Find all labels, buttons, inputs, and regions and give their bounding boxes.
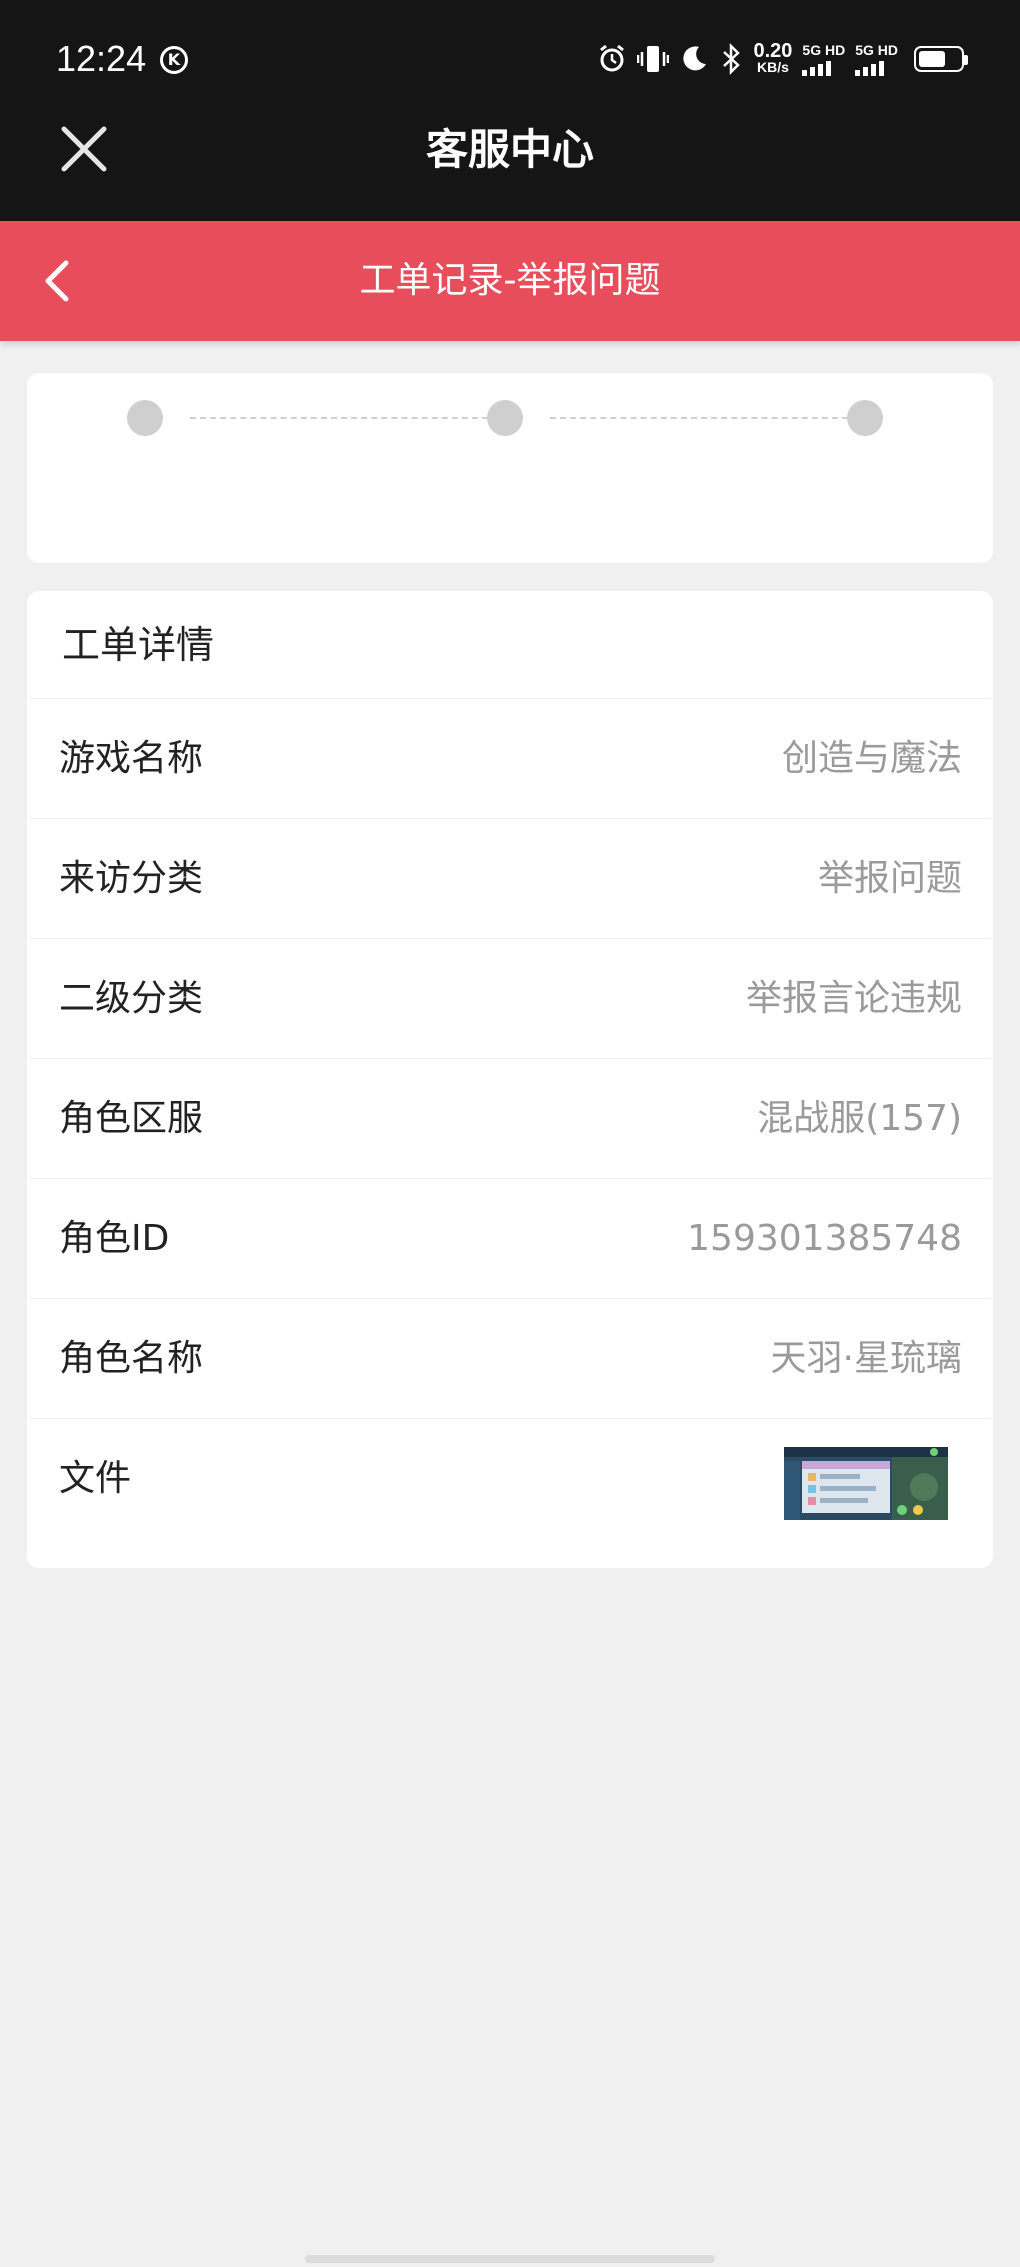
file-thumbnail[interactable] — [784, 1447, 948, 1520]
sim1-label: 5G HD — [802, 42, 846, 58]
screenshot-image-icon — [784, 1447, 948, 1520]
k-badge-icon: K — [160, 46, 188, 74]
step-dot-1 — [127, 400, 163, 436]
detail-row-sub-category: 二级分类 举报言论违规 — [30, 939, 990, 1059]
row-value: 混战服(157) — [757, 1098, 962, 1139]
vibrate-icon — [637, 44, 670, 74]
home-indicator[interactable] — [305, 2255, 715, 2263]
row-value: 创造与魔法 — [781, 738, 962, 779]
page-title: 客服中心 — [425, 125, 594, 174]
step-connector-1 — [190, 417, 488, 419]
row-label: 角色名称 — [59, 1338, 204, 1379]
row-label: 来访分类 — [59, 858, 204, 899]
top-bar: 客服中心 — [0, 125, 1020, 221]
signal-sim1-icon: 5G HD — [802, 42, 845, 76]
status-time: 12:24 — [56, 38, 147, 79]
do-not-disturb-moon-icon — [679, 44, 709, 74]
battery-icon — [914, 46, 968, 72]
net-speed-unit: KB/s — [756, 59, 789, 75]
net-speed-value: 0.20 — [753, 40, 793, 62]
detail-row-game-name: 游戏名称 创造与魔法 — [30, 699, 990, 819]
row-value: 举报问题 — [817, 858, 962, 899]
progress-steps — [27, 373, 993, 563]
sim2-label: 5G HD — [855, 42, 898, 58]
bluetooth-icon — [719, 43, 743, 75]
ticket-title: 工单记录-举报问题 — [359, 260, 661, 301]
step-connector-2 — [550, 417, 848, 419]
detail-row-file: 文件 — [30, 1419, 990, 1539]
row-label: 角色ID — [59, 1218, 170, 1259]
row-label: 二级分类 — [59, 978, 204, 1019]
step-dot-3 — [847, 400, 883, 436]
detail-row-visit-category: 来访分类 举报问题 — [30, 819, 990, 939]
ticket-detail-card: 工单详情 游戏名称 创造与魔法 来访分类 举报问题 二级分类 举报言论违规 角色… — [27, 591, 993, 1568]
row-label: 角色区服 — [59, 1098, 204, 1139]
row-value: 举报言论违规 — [745, 978, 962, 1019]
row-value: 159301385748 — [687, 1218, 962, 1259]
status-bar: 12:24 K 0.20 KB/s 5G HD 5G HD — [0, 0, 1020, 125]
detail-header: 工单详情 — [30, 591, 990, 699]
row-label: 文件 — [59, 1458, 132, 1499]
detail-row-role-name: 角色名称 天羽·星琉璃 — [30, 1299, 990, 1419]
row-label: 游戏名称 — [59, 738, 204, 779]
status-icons: 0.20 KB/s 5G HD 5G HD — [597, 40, 968, 76]
signal-sim2-icon: 5G HD — [855, 42, 898, 76]
detail-row-role-id: 角色ID 159301385748 — [30, 1179, 990, 1299]
detail-row-server: 角色区服 混战服(157) — [30, 1059, 990, 1179]
row-value: 天羽·星琉璃 — [770, 1338, 962, 1379]
network-speed: 0.20 KB/s — [753, 40, 793, 75]
alarm-icon — [597, 44, 627, 74]
sub-header: 工单记录-举报问题 — [0, 221, 1020, 341]
step-dot-2 — [487, 400, 523, 436]
